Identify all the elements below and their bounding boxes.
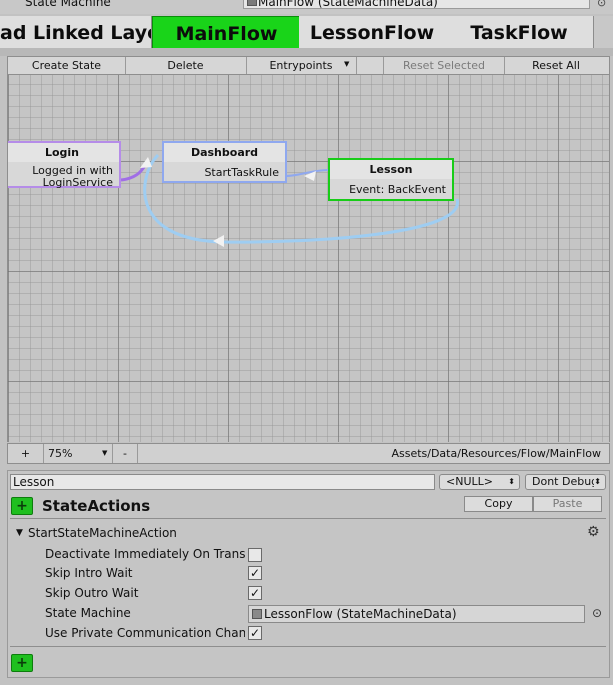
foldout-arrow-icon[interactable]: ▼ bbox=[16, 528, 23, 538]
transitions-layer bbox=[120, 153, 459, 247]
skip-intro-checkbox[interactable]: ✓ bbox=[248, 566, 262, 580]
node-rule: StartTaskRule bbox=[204, 166, 279, 179]
scriptable-object-icon bbox=[252, 609, 262, 619]
state-name-input[interactable]: Lesson bbox=[10, 474, 435, 490]
scriptable-object-icon bbox=[247, 0, 257, 6]
add-state-action-button[interactable]: + bbox=[11, 497, 33, 515]
chevron-down-icon: ▼ bbox=[102, 449, 108, 457]
skip-intro-label: Skip Intro Wait bbox=[45, 566, 133, 580]
flow-tabs: ad Linked Layers MainFlow LessonFlow Tas… bbox=[0, 16, 613, 51]
arrow-up-icon bbox=[140, 157, 152, 168]
toolbar-divider bbox=[356, 57, 357, 74]
object-picker-icon[interactable]: ⊙ bbox=[592, 606, 602, 620]
state-machine-field[interactable]: MainFlow (StateMachineData) bbox=[243, 0, 590, 9]
deactivate-label: Deactivate Immediately On Transition bbox=[45, 547, 245, 561]
tab-lessonflow[interactable]: LessonFlow bbox=[299, 16, 446, 49]
add-action-button[interactable]: + bbox=[11, 654, 33, 672]
null-popup-label: <NULL> bbox=[446, 475, 493, 488]
node-rule: Event: BackEvent bbox=[349, 183, 446, 196]
asset-path: Assets/Data/Resources/Flow/MainFlow bbox=[391, 447, 601, 460]
debug-popup-label: Dont Debug bbox=[532, 475, 599, 488]
graph-canvas[interactable]: Login Logged in with LoginService Dashbo… bbox=[7, 75, 610, 442]
state-actions-title: StateActions bbox=[42, 497, 151, 515]
zoom-in-button[interactable]: + bbox=[8, 444, 44, 463]
skip-outro-checkbox[interactable]: ✓ bbox=[248, 586, 262, 600]
node-lesson[interactable]: Lesson Event: BackEvent bbox=[328, 158, 454, 201]
object-picker-icon[interactable]: ⊙ bbox=[597, 0, 606, 9]
paste-button[interactable]: Paste bbox=[533, 496, 602, 512]
updown-icon: ⬍ bbox=[508, 477, 515, 486]
node-rule: Logged in with bbox=[32, 164, 113, 177]
skip-outro-label: Skip Outro Wait bbox=[45, 586, 139, 600]
arrow-left-icon bbox=[213, 235, 224, 247]
gear-icon[interactable]: ⚙ bbox=[587, 524, 600, 540]
reset-selected-button[interactable]: Reset Selected bbox=[383, 57, 505, 74]
chevron-down-icon: ▼ bbox=[344, 60, 350, 68]
node-title: Lesson bbox=[330, 160, 452, 179]
graph-bottom-bar: + 75% ▼ - Assets/Data/Resources/Flow/Mai… bbox=[7, 443, 610, 464]
state-machine-prop-label: State Machine bbox=[45, 606, 131, 620]
reset-all-button[interactable]: Reset All bbox=[503, 57, 609, 74]
private-comm-label: Use Private Communication Channel bbox=[45, 626, 245, 640]
delete-button[interactable]: Delete bbox=[125, 57, 247, 74]
tab-linked-layers[interactable]: ad Linked Layers bbox=[0, 16, 152, 49]
node-login[interactable]: Login Logged in with LoginService bbox=[8, 141, 121, 189]
null-popup[interactable]: <NULL> ⬍ bbox=[439, 474, 520, 490]
tab-taskflow[interactable]: TaskFlow bbox=[445, 16, 594, 49]
divider bbox=[10, 646, 606, 647]
node-rule-detail: LoginService bbox=[42, 176, 113, 189]
state-machine-object-field[interactable]: LessonFlow (StateMachineData) bbox=[248, 605, 585, 623]
state-machine-label: State Machine bbox=[25, 0, 111, 9]
zoom-out-button[interactable]: - bbox=[113, 444, 138, 463]
copy-button[interactable]: Copy bbox=[464, 496, 533, 512]
create-state-button[interactable]: Create State bbox=[8, 57, 126, 74]
divider bbox=[10, 518, 606, 519]
debug-popup[interactable]: Dont Debug ⬍ bbox=[525, 474, 606, 490]
action-title[interactable]: StartStateMachineAction bbox=[28, 526, 177, 540]
node-title: Login bbox=[8, 143, 119, 162]
tab-mainflow[interactable]: MainFlow bbox=[152, 16, 301, 51]
deactivate-checkbox[interactable] bbox=[248, 548, 262, 562]
private-comm-checkbox[interactable]: ✓ bbox=[248, 626, 262, 640]
entrypoints-dropdown[interactable]: Entrypoints bbox=[246, 57, 357, 74]
node-dashboard[interactable]: Dashboard StartTaskRule bbox=[162, 141, 287, 183]
node-title: Dashboard bbox=[164, 143, 285, 162]
graph-toolbar: Create State Delete Entrypoints Reset Se… bbox=[7, 56, 610, 75]
tabs-divider bbox=[0, 48, 613, 56]
updown-icon: ⬍ bbox=[594, 475, 601, 489]
